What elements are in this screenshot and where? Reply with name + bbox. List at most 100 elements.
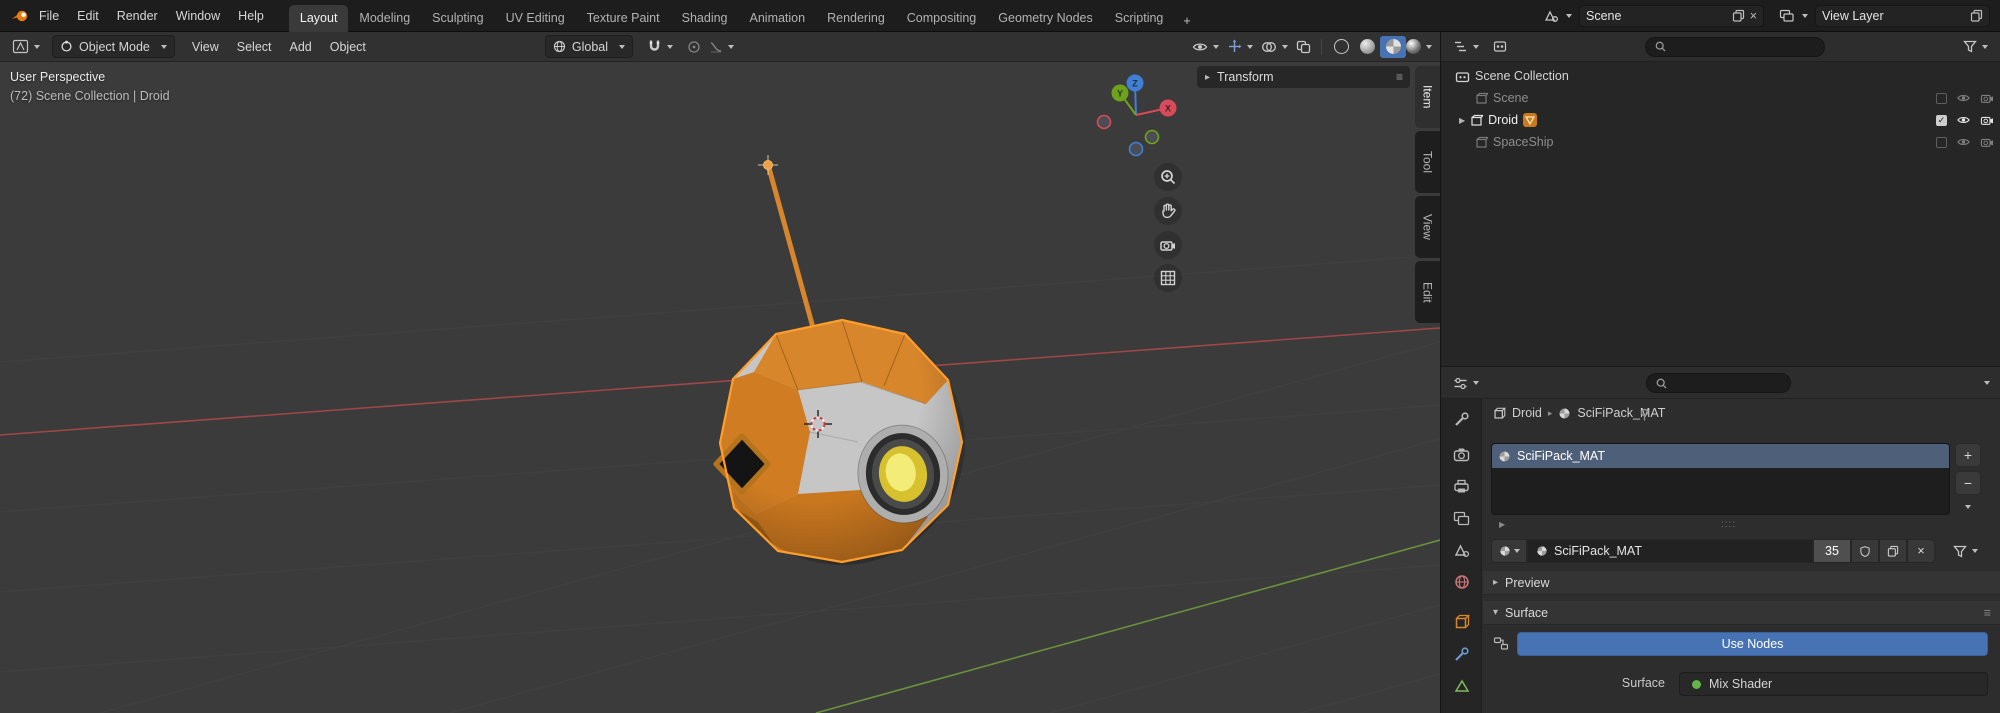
proportional-editing-toggle[interactable] — [683, 35, 705, 59]
outliner-row-droid[interactable]: ▶ Droid ✓ — [1441, 109, 2000, 131]
chevron-down-icon[interactable] — [1984, 381, 1990, 385]
expand-arrow-icon[interactable]: ▶ — [1459, 116, 1465, 125]
workspace-tab-sculpting[interactable]: Sculpting — [421, 5, 494, 32]
view-layer-name-input[interactable] — [1822, 9, 1965, 23]
menu-select[interactable]: Select — [228, 36, 281, 58]
selectability-checkbox[interactable] — [1936, 137, 1947, 148]
unlink-material-button[interactable]: × — [1907, 539, 1935, 563]
mesh-data-icon[interactable] — [1523, 113, 1537, 127]
workspace-tab-rendering[interactable]: Rendering — [816, 5, 896, 32]
transform-panel-header[interactable]: ▸ Transform ≡ — [1197, 66, 1410, 88]
material-name-field[interactable] — [1527, 539, 1813, 563]
collection-name[interactable]: Scene Collection — [1475, 69, 1569, 83]
scene-browse-button[interactable] — [1540, 9, 1575, 23]
tab-world[interactable] — [1441, 568, 1482, 596]
axis-neg-y-ball[interactable] — [1146, 131, 1159, 144]
shading-rendered-button[interactable] — [1406, 36, 1432, 58]
browse-material-button[interactable] — [1491, 539, 1527, 563]
hide-eye-icon[interactable] — [1956, 136, 1971, 148]
object-name[interactable]: Scene — [1493, 91, 1528, 105]
slot-specials-button[interactable] — [1955, 499, 1981, 515]
properties-editor-type-button[interactable] — [1449, 371, 1483, 395]
mode-selector[interactable]: Object Mode — [52, 35, 175, 58]
workspace-tab-layout[interactable]: Layout — [289, 5, 349, 32]
object-name[interactable]: SpaceShip — [1493, 135, 1553, 149]
outliner-filter-button[interactable] — [1959, 35, 1992, 59]
material-name-input[interactable] — [1554, 544, 1804, 558]
pan-button[interactable] — [1154, 197, 1182, 225]
sidebar-tab-edit[interactable]: Edit — [1415, 261, 1440, 323]
new-scene-icon[interactable] — [1732, 9, 1745, 22]
axis-neg-x-ball[interactable] — [1098, 116, 1111, 129]
menu-file[interactable]: File — [30, 5, 68, 27]
new-view-layer-icon[interactable] — [1970, 9, 1983, 22]
material-filter-button[interactable] — [1949, 539, 1982, 563]
menu-add[interactable]: Add — [281, 36, 321, 58]
workspace-tab-uv-editing[interactable]: UV Editing — [495, 5, 576, 32]
workspace-tab-shading[interactable]: Shading — [671, 5, 739, 32]
outliner-editor-type-button[interactable] — [1449, 35, 1483, 59]
hide-eye-icon[interactable] — [1956, 114, 1971, 126]
preview-panel-header[interactable]: ▸ Preview — [1483, 571, 2000, 595]
menu-window[interactable]: Window — [167, 5, 229, 27]
editor-type-button[interactable] — [8, 35, 44, 59]
properties-search-field[interactable] — [1646, 373, 1791, 393]
tab-modifiers[interactable] — [1441, 640, 1482, 668]
tab-tool[interactable] — [1441, 405, 1482, 433]
selectability-checkbox[interactable]: ✓ — [1936, 115, 1947, 126]
render-camera-icon[interactable] — [1980, 92, 1994, 104]
show-gizmo-toggle[interactable] — [1223, 35, 1257, 59]
material-slot-list[interactable]: SciFiPack_MAT — [1491, 443, 1950, 515]
sidebar-tab-tool[interactable]: Tool — [1415, 131, 1440, 193]
workspace-tab-texture-paint[interactable]: Texture Paint — [576, 5, 671, 32]
viewport-3d[interactable]: User Perspective (72) Scene Collection |… — [0, 62, 1440, 713]
outliner-search-input[interactable] — [1672, 40, 1816, 54]
breadcrumb-object[interactable]: Droid — [1512, 406, 1542, 420]
add-workspace-button[interactable]: + — [1174, 10, 1199, 32]
render-camera-icon[interactable] — [1980, 136, 1994, 148]
outliner-row-spaceship[interactable]: SpaceShip — [1441, 131, 2000, 153]
scene-name-input[interactable] — [1586, 9, 1727, 23]
workspace-tab-scripting[interactable]: Scripting — [1104, 5, 1175, 32]
transform-orientation-selector[interactable]: Global — [545, 35, 633, 58]
shading-wireframe-button[interactable] — [1328, 36, 1354, 58]
menu-object[interactable]: Object — [321, 36, 375, 58]
tab-object[interactable] — [1441, 608, 1482, 636]
scene-name-field[interactable]: × — [1579, 5, 1764, 27]
navigation-gizmo[interactable]: Z X Y — [1091, 70, 1181, 162]
snap-toggle[interactable] — [643, 35, 677, 59]
blender-logo-icon[interactable] — [10, 8, 30, 24]
menu-view[interactable]: View — [183, 36, 228, 58]
remove-slot-button[interactable]: − — [1955, 471, 1981, 495]
camera-view-button[interactable] — [1154, 231, 1182, 259]
selectability-checkbox[interactable] — [1936, 93, 1947, 104]
workspace-tab-modeling[interactable]: Modeling — [348, 5, 421, 32]
outliner-search-field[interactable] — [1645, 37, 1825, 57]
object-visibility-selector[interactable] — [1188, 35, 1223, 59]
sidebar-tab-view[interactable]: View — [1415, 196, 1440, 258]
outliner-row-scene-collection[interactable]: Scene Collection — [1441, 65, 2000, 87]
tab-scene[interactable] — [1441, 536, 1482, 564]
sidebar-tab-item[interactable]: Item — [1415, 66, 1440, 128]
xray-toggle[interactable] — [1292, 35, 1315, 59]
outliner-row-scene[interactable]: Scene — [1441, 87, 2000, 109]
hide-eye-icon[interactable] — [1956, 92, 1971, 104]
new-material-button[interactable] — [1879, 539, 1907, 563]
tab-object-data[interactable] — [1441, 672, 1482, 700]
overlays-toggle[interactable] — [1257, 35, 1292, 59]
view-layer-name-field[interactable] — [1815, 5, 1990, 27]
menu-edit[interactable]: Edit — [68, 5, 108, 27]
shading-solid-button[interactable] — [1354, 36, 1380, 58]
tab-output[interactable] — [1441, 472, 1482, 500]
view-layer-browse-button[interactable] — [1776, 9, 1811, 23]
material-slot-selected[interactable]: SciFiPack_MAT — [1492, 444, 1949, 468]
workspace-tab-compositing[interactable]: Compositing — [896, 5, 987, 32]
users-count-button[interactable]: 35 — [1813, 539, 1851, 563]
panel-menu-grip-icon[interactable]: ≡ — [1396, 70, 1402, 84]
workspace-tab-animation[interactable]: Animation — [739, 5, 817, 32]
properties-search-input[interactable] — [1673, 376, 1782, 390]
proportional-falloff-selector[interactable] — [705, 35, 738, 59]
pin-icon[interactable] — [1638, 408, 1651, 422]
list-expand-icon[interactable]: ▶ — [1499, 520, 1505, 529]
add-slot-button[interactable]: + — [1955, 443, 1981, 467]
